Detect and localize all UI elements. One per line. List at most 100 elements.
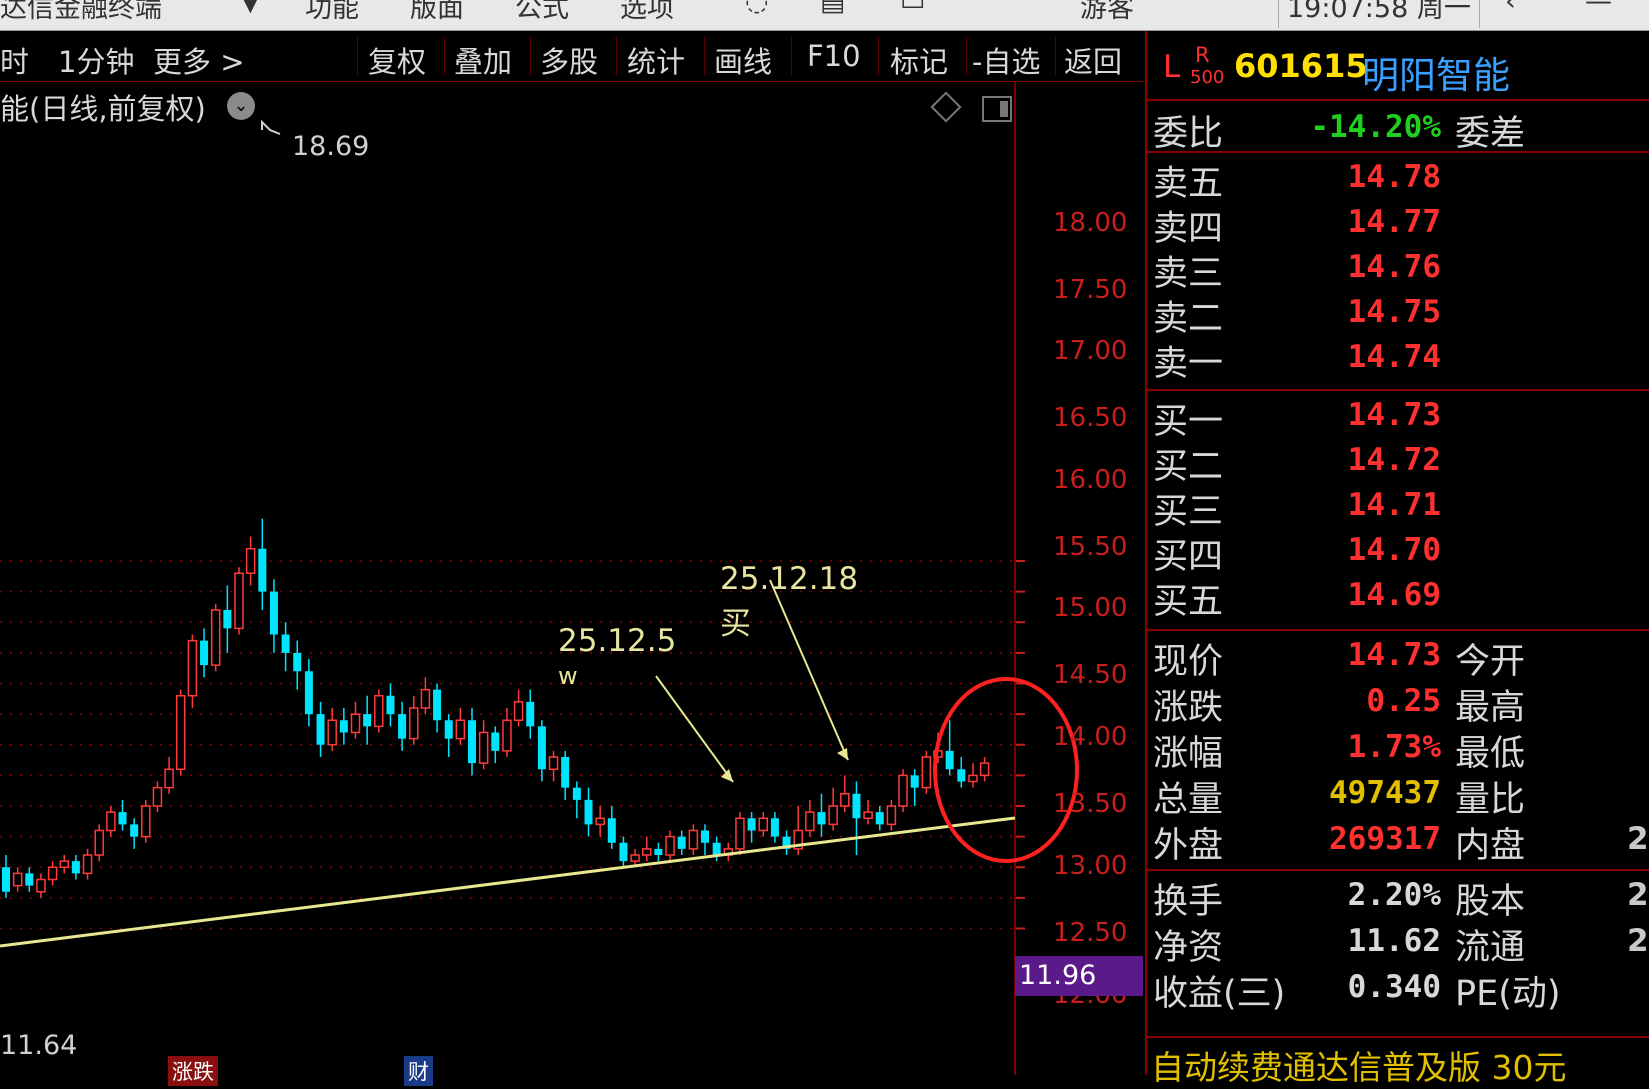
candle-body [304,671,313,715]
y-tick-label: 13.00 [1053,851,1128,881]
candle-body [898,774,908,807]
annotation-date-1: 25.12.5 [558,623,677,659]
fund-row: 换手 2.20% 股本 2 [1147,873,1649,922]
candle-body [106,811,116,832]
menu-guest[interactable]: 游客 [1080,0,1134,25]
menu-options[interactable]: 选项 [620,0,674,25]
candle-body [735,817,745,850]
candle-body [234,572,244,630]
high-marker-icon [261,119,281,135]
ask-level-row: 卖四 14.77 [1147,200,1649,249]
stat-label: 涨跌 [1153,688,1224,728]
message-icon[interactable]: ▭ [900,0,926,17]
ask-level-row: 卖二 14.75 [1147,290,1649,339]
divider [1147,1036,1649,1038]
period-more[interactable]: 更多 > [153,39,245,81]
chevron-down-icon[interactable]: ⌄ [227,92,255,120]
toolbar-divider [878,37,879,75]
kline-chart[interactable] [0,82,1145,1075]
menu-formula[interactable]: 公式 [515,0,569,25]
candle-body [386,695,395,715]
quote-panel: L R 500 601615 明阳智能 委比 -14.20% 委差 卖五 14.7… [1145,31,1649,1087]
ask-level-value: 14.75 [1347,294,1441,330]
y-tick-label: 16.50 [1053,403,1128,433]
stat-value: 14.73 [1347,637,1441,673]
promo-banner[interactable]: 自动续费通达信普及版 30元 [1151,1041,1566,1089]
candle-body [747,818,756,831]
divider [1147,629,1649,631]
menu-layout[interactable]: 版面 [410,0,464,25]
period-timeshare[interactable]: 时 [0,39,29,81]
candle-body [433,689,442,721]
candle-body [701,830,709,843]
app-title: 达信金融终端 [0,0,162,24]
bid-level-value: 14.73 [1347,397,1441,433]
candle-body [152,786,163,807]
bid-level-label: 买五 [1153,582,1224,622]
draw-line-button[interactable]: 画线 [714,39,772,81]
adjust-button[interactable]: 复权 [368,39,426,81]
candle-body [420,688,431,709]
stat-label-2: 最低 [1455,734,1526,774]
multi-stock-button[interactable]: 多股 [540,39,598,81]
candle-body [59,860,69,868]
candle-body [805,811,815,832]
mark-button[interactable]: 标记 [890,39,948,81]
menu-function[interactable]: 功能 [305,0,359,25]
candle-body [770,818,779,837]
stat-row: 现价 14.73 今开 [1147,633,1649,682]
finance-badge[interactable]: 财 [404,1056,433,1086]
price-gridlines [0,560,1025,930]
minimize-icon[interactable]: — [1585,0,1612,17]
annotation-mark-2: 买 [720,606,751,642]
annotation-date-2: 25.12.18 [720,561,859,597]
return-button[interactable]: 返回 [1064,39,1122,81]
f10-button[interactable]: F10 [807,39,861,73]
toolbar-divider [530,37,531,75]
high-price-label: 18.69 [292,131,370,162]
candle-body [210,609,221,666]
panel-toggle-icon[interactable] [982,96,1012,122]
divider [1147,389,1649,391]
fund-label-2: 股本 [1455,882,1526,922]
stat-label-2: 内盘 [1455,826,1526,866]
annotation-arrow-1 [655,675,734,783]
candle-body [619,842,628,862]
back-arrow-icon[interactable]: ‹ [1505,0,1516,17]
y-tick-label: 15.50 [1053,532,1128,562]
candle-body [537,726,546,770]
ask-level-label: 卖二 [1153,299,1224,339]
stat-label-2: 量比 [1455,780,1526,820]
period-1min[interactable]: 1分钟 [58,39,134,81]
candle-body [468,720,476,764]
toolbar-divider [1055,37,1056,75]
ask-level-label: 卖三 [1153,254,1224,294]
weibi-row: 委比 -14.20% 委差 [1147,103,1649,154]
candle-body [2,867,10,892]
fund-value: 2.20% [1347,877,1441,913]
candle-body [548,756,559,770]
stat-label-2: 今开 [1455,642,1526,682]
stat-label: 现价 [1153,642,1224,682]
y-tick-label: 17.00 [1053,336,1128,366]
candle-body [130,824,139,837]
stat-row: 外盘 269317 内盘 22 [1147,817,1649,866]
toolbar-divider [357,37,358,75]
statistics-button[interactable]: 统计 [627,39,685,81]
bid-level-row: 买二 14.72 [1147,438,1649,487]
y-tick-label: 16.00 [1053,465,1128,495]
remove-watchlist-button[interactable]: -自选 [972,39,1040,81]
overlay-button[interactable]: 叠加 [454,39,512,81]
candle-body [852,793,861,819]
candle-body [968,774,978,783]
calendar-icon[interactable]: ▤ [820,0,846,17]
limit-up-badge[interactable]: 涨跌 [168,1056,218,1086]
headset-icon[interactable]: ◌ [745,0,769,17]
candle-body [164,768,174,789]
stat-label: 总量 [1153,780,1224,820]
title-dropdown-icon[interactable]: ▼ [240,0,261,17]
candle-body [630,854,640,862]
candle-body [607,818,616,843]
weicha-label: 委差 [1455,114,1526,154]
bid-level-row: 买三 14.71 [1147,483,1649,532]
